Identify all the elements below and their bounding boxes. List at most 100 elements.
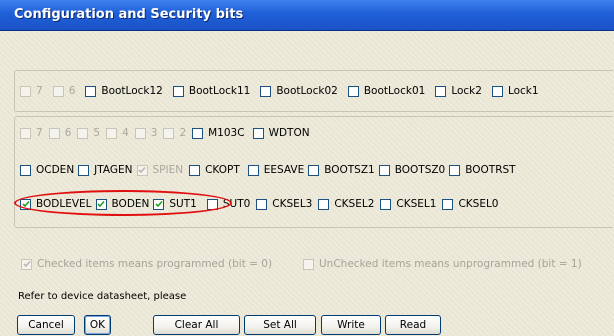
checkbox-label: BOOTSZ0: [394, 164, 446, 176]
checkbox-label: 7: [36, 127, 43, 139]
checkbox-boden[interactable]: BODEN: [95, 198, 149, 210]
checkbox-box[interactable]: [435, 85, 447, 97]
legend-unchecked-text: UnChecked items means unprogrammed (bit …: [319, 258, 582, 270]
checkbox-box[interactable]: [252, 127, 264, 139]
checkbox-box[interactable]: [153, 198, 165, 210]
checkbox-label: CKOPT: [205, 164, 240, 176]
checkbox-bootsz1[interactable]: BOOTSZ1: [308, 164, 375, 176]
checkbox-label: BootLock02: [276, 85, 338, 97]
checkbox-box[interactable]: [95, 198, 107, 210]
checkmark-icon: [155, 200, 163, 208]
checkbox-box[interactable]: [78, 164, 90, 176]
checkbox-ckopt[interactable]: CKOPT: [189, 164, 240, 176]
checkbox-label: CKSEL0: [458, 198, 499, 210]
checkbox-bootlock01[interactable]: BootLock01: [347, 85, 426, 97]
checkbox-label: BootLock01: [363, 85, 426, 97]
checkbox-box[interactable]: [318, 198, 330, 210]
checkbox-label: Lock1: [507, 85, 539, 97]
checkbox-box[interactable]: [378, 164, 390, 176]
checkbox-bodlevel[interactable]: BODLEVEL: [20, 198, 92, 210]
checkbox-label: 7: [36, 85, 43, 97]
checkbox-spien: SPIEN: [136, 164, 183, 176]
checkbox-label: BootLock12: [101, 85, 163, 97]
checkbox-label: Lock2: [451, 85, 482, 97]
checkbox-bootlock12[interactable]: BootLock12: [85, 85, 163, 97]
checkbox-2: 2: [163, 127, 186, 139]
legend-checked-checkbox: [21, 258, 32, 270]
checkbox-cksel2[interactable]: CKSEL2: [318, 198, 374, 210]
checkbox-label: 5: [93, 127, 101, 139]
checkbox-box[interactable]: [347, 85, 359, 97]
checkbox-box: [106, 127, 118, 139]
checkbox-box[interactable]: [172, 85, 184, 97]
checkbox-box: [20, 85, 31, 97]
checkbox-box[interactable]: [256, 198, 268, 210]
checkbox-label: JTAGEN: [94, 164, 133, 176]
checkbox-wdton[interactable]: WDTON: [252, 127, 310, 139]
checkbox-box[interactable]: [308, 164, 320, 176]
checkbox-cksel0[interactable]: CKSEL0: [442, 198, 498, 210]
set-all-button[interactable]: Set All: [244, 315, 316, 335]
checkbox-bootrst[interactable]: BOOTRST: [449, 164, 516, 176]
checkbox-7: 7: [20, 127, 43, 139]
window-title: Configuration and Security bits: [14, 7, 244, 22]
checkmark-icon: [97, 200, 105, 208]
checkbox-lock2[interactable]: Lock2: [435, 85, 482, 97]
checkbox-label: BODLEVEL: [36, 198, 92, 210]
checkbox-6: 6: [48, 127, 72, 139]
checkbox-box: [48, 127, 60, 139]
checkbox-cksel1[interactable]: CKSEL1: [380, 198, 436, 210]
checkbox-label: CKSEL3: [272, 198, 313, 210]
checkbox-box: [20, 127, 31, 139]
checkbox-label: BootLock11: [188, 85, 251, 97]
checkbox-box[interactable]: [20, 164, 31, 176]
checkbox-cksel3[interactable]: CKSEL3: [256, 198, 312, 210]
checkbox-eesave[interactable]: EESAVE: [247, 164, 304, 176]
checkmark-icon: [21, 200, 30, 208]
checkbox-jtagen[interactable]: JTAGEN: [78, 164, 133, 176]
checkbox-label: M103C: [208, 127, 245, 139]
title-bar: Configuration and Security bits: [0, 0, 614, 31]
write-button[interactable]: Write: [321, 315, 381, 335]
checkbox-box[interactable]: [260, 85, 272, 97]
read-button[interactable]: Read: [385, 315, 441, 335]
checkbox-label: BOOTRST: [465, 164, 516, 176]
checkbox-box[interactable]: [491, 85, 503, 97]
checkbox-box[interactable]: [85, 85, 97, 97]
checkbox-box[interactable]: [20, 198, 31, 210]
checkbox-bootsz0[interactable]: BOOTSZ0: [378, 164, 446, 176]
legend-unchecked: UnChecked items means unprogrammed (bit …: [303, 258, 582, 270]
checkbox-label: CKSEL1: [396, 198, 437, 210]
checkmark-icon: [138, 166, 146, 174]
checkbox-box[interactable]: [380, 198, 392, 210]
checkbox-box[interactable]: [192, 127, 204, 139]
checkbox-label: SUT1: [169, 198, 197, 210]
checkbox-bootlock02[interactable]: BootLock02: [260, 85, 338, 97]
checkbox-sut0[interactable]: SUT0: [206, 198, 250, 210]
checkbox-label: BOOTSZ1: [324, 164, 375, 176]
checkmark-icon: [22, 260, 31, 268]
checkbox-box[interactable]: [442, 198, 454, 210]
checkbox-label: 6: [64, 127, 72, 139]
checkbox-box[interactable]: [206, 198, 218, 210]
checkbox-7: 7: [20, 85, 43, 97]
legend-checked: Checked items means programmed (bit = 0): [21, 258, 272, 270]
checkbox-box[interactable]: [189, 164, 201, 176]
checkbox-box: [52, 85, 64, 97]
checkbox-label: WDTON: [268, 127, 310, 139]
checkbox-m103c[interactable]: M103C: [192, 127, 245, 139]
checkbox-box: [77, 127, 89, 139]
ok-button[interactable]: OK: [84, 315, 111, 335]
lock-bits-row: 7 6 BootLock12 BootLock11 BootLock02 BootLock…: [20, 83, 539, 99]
checkbox-ocden[interactable]: OCDEN: [20, 164, 74, 176]
clear-all-button[interactable]: Clear All: [153, 315, 240, 335]
checkbox-label: 6: [68, 85, 76, 97]
checkbox-sut1[interactable]: SUT1: [153, 198, 197, 210]
cancel-button[interactable]: Cancel: [17, 315, 75, 335]
datasheet-hint: Refer to device datasheet, please: [18, 291, 187, 302]
checkbox-5: 5: [77, 127, 100, 139]
checkbox-box[interactable]: [449, 164, 461, 176]
checkbox-bootlock11[interactable]: BootLock11: [172, 85, 251, 97]
checkbox-box[interactable]: [247, 164, 259, 176]
checkbox-lock1[interactable]: Lock1: [491, 85, 539, 97]
